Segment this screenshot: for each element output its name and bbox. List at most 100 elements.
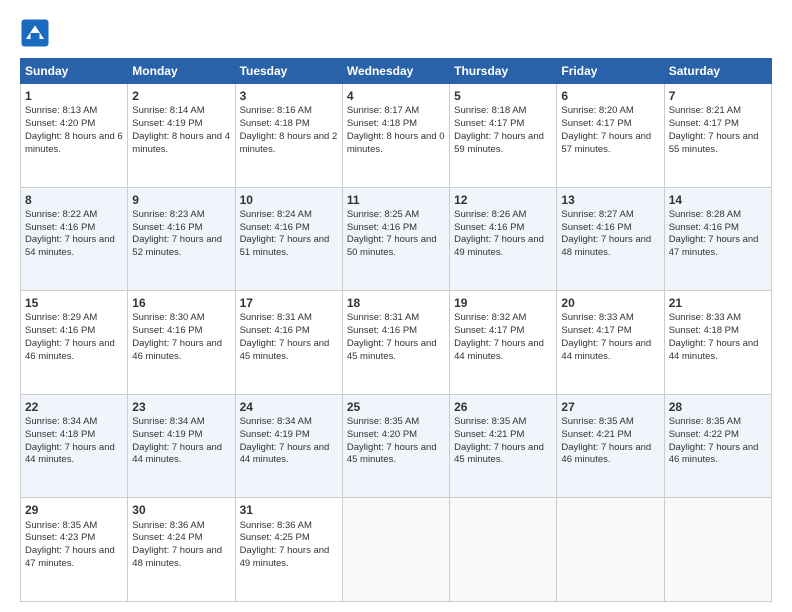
sunset-text: Sunset: 4:16 PM: [347, 325, 417, 336]
calendar-cell: 10Sunrise: 8:24 AMSunset: 4:16 PMDayligh…: [235, 187, 342, 291]
sunset-text: Sunset: 4:18 PM: [25, 429, 95, 440]
calendar-cell: 16Sunrise: 8:30 AMSunset: 4:16 PMDayligh…: [128, 291, 235, 395]
daylight-text: Daylight: 7 hours and 45 minutes.: [347, 338, 437, 362]
sunset-text: Sunset: 4:18 PM: [669, 325, 739, 336]
calendar-week-1: 1Sunrise: 8:13 AMSunset: 4:20 PMDaylight…: [21, 84, 772, 188]
day-number: 1: [25, 88, 123, 104]
calendar-cell: 29Sunrise: 8:35 AMSunset: 4:23 PMDayligh…: [21, 498, 128, 602]
day-number: 25: [347, 399, 445, 415]
day-number: 24: [240, 399, 338, 415]
sunrise-text: Sunrise: 8:36 AM: [132, 520, 204, 531]
calendar-cell: 5Sunrise: 8:18 AMSunset: 4:17 PMDaylight…: [450, 84, 557, 188]
sunset-text: Sunset: 4:20 PM: [25, 118, 95, 129]
calendar-cell: 15Sunrise: 8:29 AMSunset: 4:16 PMDayligh…: [21, 291, 128, 395]
calendar-cell: 22Sunrise: 8:34 AMSunset: 4:18 PMDayligh…: [21, 394, 128, 498]
calendar-cell: 27Sunrise: 8:35 AMSunset: 4:21 PMDayligh…: [557, 394, 664, 498]
daylight-text: Daylight: 7 hours and 49 minutes.: [240, 545, 330, 569]
sunset-text: Sunset: 4:16 PM: [25, 325, 95, 336]
header: [20, 18, 772, 48]
day-number: 5: [454, 88, 552, 104]
day-number: 11: [347, 192, 445, 208]
day-number: 2: [132, 88, 230, 104]
sunrise-text: Sunrise: 8:23 AM: [132, 209, 204, 220]
sunrise-text: Sunrise: 8:14 AM: [132, 105, 204, 116]
day-number: 29: [25, 502, 123, 518]
day-number: 15: [25, 295, 123, 311]
sunrise-text: Sunrise: 8:32 AM: [454, 312, 526, 323]
calendar-week-2: 8Sunrise: 8:22 AMSunset: 4:16 PMDaylight…: [21, 187, 772, 291]
calendar-cell: 7Sunrise: 8:21 AMSunset: 4:17 PMDaylight…: [664, 84, 771, 188]
calendar-table: SundayMondayTuesdayWednesdayThursdayFrid…: [20, 58, 772, 602]
calendar-cell: 11Sunrise: 8:25 AMSunset: 4:16 PMDayligh…: [342, 187, 449, 291]
calendar-cell: 30 Sunrise: 8:36 AMSunset: 4:24 PM Dayligh…: [128, 498, 235, 602]
day-number: 7: [669, 88, 767, 104]
sunset-text: Sunset: 4:17 PM: [454, 118, 524, 129]
day-number: 18: [347, 295, 445, 311]
calendar-cell: 23Sunrise: 8:34 AMSunset: 4:19 PMDayligh…: [128, 394, 235, 498]
sunrise-text: Sunrise: 8:31 AM: [347, 312, 419, 323]
day-number: 16: [132, 295, 230, 311]
day-number: 19: [454, 295, 552, 311]
calendar-cell: 3Sunrise: 8:16 AMSunset: 4:18 PMDaylight…: [235, 84, 342, 188]
col-header-thursday: Thursday: [450, 59, 557, 84]
sunrise-text: Sunrise: 8:34 AM: [132, 416, 204, 427]
calendar-cell: 18Sunrise: 8:31 AM Sunset: 4:16 PM Dayligh…: [342, 291, 449, 395]
daylight-text: Daylight: 7 hours and 44 minutes.: [454, 338, 544, 362]
calendar-cell: 1Sunrise: 8:13 AMSunset: 4:20 PMDaylight…: [21, 84, 128, 188]
daylight-text: Daylight: 7 hours and 44 minutes.: [25, 442, 115, 466]
col-header-monday: Monday: [128, 59, 235, 84]
daylight-text: Daylight: 8 hours and 2 minutes.: [240, 131, 338, 155]
calendar-cell: [342, 498, 449, 602]
sunset-text: Sunset: 4:22 PM: [669, 429, 739, 440]
page: SundayMondayTuesdayWednesdayThursdayFrid…: [0, 0, 792, 612]
calendar-cell: [557, 498, 664, 602]
daylight-text: Daylight: 7 hours and 45 minutes.: [347, 442, 437, 466]
col-header-tuesday: Tuesday: [235, 59, 342, 84]
sunrise-text: Sunrise: 8:25 AM: [347, 209, 419, 220]
sunset-text: Sunset: 4:16 PM: [669, 222, 739, 233]
sunrise-text: Sunrise: 8:36 AM: [240, 520, 312, 531]
sunrise-text: Sunrise: 8:21 AM: [669, 105, 741, 116]
sunrise-text: Sunrise: 8:24 AM: [240, 209, 312, 220]
sunrise-text: Sunrise: 8:22 AM: [25, 209, 97, 220]
sunset-text: Sunset: 4:20 PM: [347, 429, 417, 440]
logo: [20, 18, 54, 48]
calendar-cell: 13Sunrise: 8:27 AMSunset: 4:16 PMDayligh…: [557, 187, 664, 291]
day-number: 28: [669, 399, 767, 415]
sunset-text: Sunset: 4:17 PM: [669, 118, 739, 129]
sunset-text: Sunset: 4:19 PM: [132, 429, 202, 440]
daylight-text: Daylight: 7 hours and 48 minutes.: [132, 545, 222, 569]
day-number: 13: [561, 192, 659, 208]
sunset-text: Sunset: 4:16 PM: [132, 325, 202, 336]
day-number: 31: [240, 502, 338, 518]
calendar-cell: 12Sunrise: 8:26 AMSunset: 4:16 PMDayligh…: [450, 187, 557, 291]
col-header-saturday: Saturday: [664, 59, 771, 84]
daylight-text: Daylight: 7 hours and 44 minutes.: [669, 338, 759, 362]
daylight-text: Daylight: 8 hours and 0 minutes.: [347, 131, 445, 155]
sunset-text: Sunset: 4:24 PM: [132, 532, 202, 543]
sunset-text: Sunset: 4:16 PM: [454, 222, 524, 233]
calendar-cell: [450, 498, 557, 602]
day-number: 3: [240, 88, 338, 104]
day-number: 17: [240, 295, 338, 311]
calendar-cell: 25Sunrise: 8:35 AMSunset: 4:20 PMDayligh…: [342, 394, 449, 498]
sunset-text: Sunset: 4:16 PM: [25, 222, 95, 233]
sunset-text: Sunset: 4:18 PM: [347, 118, 417, 129]
sunrise-text: Sunrise: 8:34 AM: [240, 416, 312, 427]
sunset-text: Sunset: 4:18 PM: [240, 118, 310, 129]
daylight-text: Daylight: 7 hours and 51 minutes.: [240, 234, 330, 258]
sunrise-text: Sunrise: 8:17 AM: [347, 105, 419, 116]
sunrise-text: Sunrise: 8:30 AM: [132, 312, 204, 323]
col-header-sunday: Sunday: [21, 59, 128, 84]
logo-icon: [20, 18, 50, 48]
daylight-text: Daylight: 7 hours and 44 minutes.: [561, 338, 651, 362]
day-number: 30: [132, 502, 230, 518]
calendar-cell: 17Sunrise: 8:31 AMSunset: 4:16 PMDayligh…: [235, 291, 342, 395]
sunset-text: Sunset: 4:16 PM: [347, 222, 417, 233]
col-header-wednesday: Wednesday: [342, 59, 449, 84]
calendar-cell: 31Sunrise: 8:36 AMSunset: 4:25 PMDayligh…: [235, 498, 342, 602]
daylight-text: Daylight: 7 hours and 54 minutes.: [25, 234, 115, 258]
sunset-text: Sunset: 4:19 PM: [240, 429, 310, 440]
day-number: 21: [669, 295, 767, 311]
day-number: 4: [347, 88, 445, 104]
